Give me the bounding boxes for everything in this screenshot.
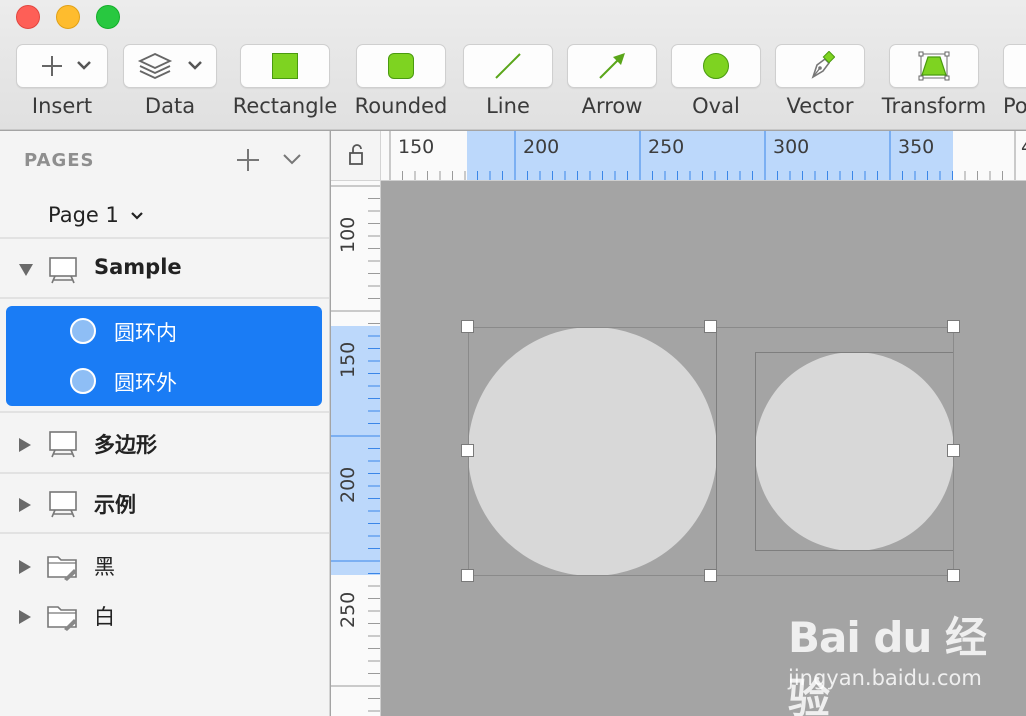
layer-sample[interactable]: Sample xyxy=(0,241,329,299)
resize-handle[interactable] xyxy=(947,569,960,582)
layer-name: 白 xyxy=(94,605,115,629)
layer-example[interactable]: 示例 xyxy=(0,475,329,533)
transform-label: Transform xyxy=(881,94,987,118)
ruler-label: 350 xyxy=(898,136,935,158)
line-tool[interactable]: Line xyxy=(463,44,553,118)
layer-name: 多边形 xyxy=(94,433,157,457)
resize-handle[interactable] xyxy=(704,569,717,582)
symbol-folder-icon xyxy=(47,606,77,631)
selection-bounds xyxy=(468,327,954,576)
disclosure-expanded-icon[interactable] xyxy=(18,263,34,277)
layer-folder-white[interactable]: 白 xyxy=(0,587,329,645)
transform-icon xyxy=(918,51,950,81)
close-window-button[interactable] xyxy=(16,5,40,29)
lock-icon[interactable] xyxy=(347,143,367,167)
layer-outer-ring[interactable]: 圆环外 xyxy=(6,356,322,406)
baidu-watermark: Bai du 经验 jingyan.baidu.com xyxy=(786,604,987,716)
resize-handle[interactable] xyxy=(947,320,960,333)
toolbar: Insert Data Rectangle Rounded Line Arrow… xyxy=(0,0,1026,130)
oval-icon xyxy=(70,318,96,344)
oval-icon xyxy=(703,53,729,79)
ruler-label: 150 xyxy=(337,341,359,378)
layers-icon xyxy=(137,53,202,79)
disclosure-collapsed-icon[interactable] xyxy=(18,559,32,575)
resize-handle[interactable] xyxy=(704,320,717,333)
pages-header: PAGES xyxy=(24,150,95,171)
divider xyxy=(0,297,329,299)
resize-handle[interactable] xyxy=(461,569,474,582)
oval-tool[interactable]: Oval xyxy=(671,44,761,118)
layer-polygon[interactable]: 多边形 xyxy=(0,415,329,473)
artboard-icon xyxy=(49,491,77,518)
divider xyxy=(0,472,329,474)
artboard-icon xyxy=(49,431,77,458)
disclosure-collapsed-icon[interactable] xyxy=(18,497,32,513)
ruler-label: 250 xyxy=(337,591,359,628)
pen-icon xyxy=(811,51,835,79)
collapse-pages-icon[interactable] xyxy=(281,149,303,169)
add-page-icon[interactable] xyxy=(234,145,262,175)
vertical-ruler-ticks xyxy=(331,185,380,712)
ruler-label: 200 xyxy=(523,136,560,158)
truncated-tool[interactable]: Po xyxy=(1003,44,1026,118)
selected-layers: 圆环内 圆环外 xyxy=(6,306,322,406)
ruler-label: 150 xyxy=(398,136,435,158)
layer-name: 黑 xyxy=(94,555,115,579)
line-icon xyxy=(495,53,521,79)
layer-inner-ring[interactable]: 圆环内 xyxy=(6,306,322,356)
oval-icon xyxy=(70,368,96,394)
horizontal-ruler[interactable]: 150 200 250 300 350 4 xyxy=(381,131,1026,181)
vertical-ruler[interactable]: 100 150 200 250 xyxy=(331,181,381,716)
transform-tool[interactable]: Transform xyxy=(882,44,986,118)
ruler-label: 200 xyxy=(337,466,359,503)
resize-handle[interactable] xyxy=(461,320,474,333)
layer-name: Sample xyxy=(94,255,182,279)
rounded-rectangle-icon xyxy=(388,53,414,79)
resize-handle[interactable] xyxy=(947,444,960,457)
minimize-window-button[interactable] xyxy=(56,5,80,29)
vector-tool[interactable]: Vector xyxy=(775,44,865,118)
rectangle-icon xyxy=(272,53,298,79)
page-selector[interactable]: Page 1 xyxy=(48,203,144,227)
watermark-logo: Bai du 经验 xyxy=(788,613,987,716)
ruler-label: 4 xyxy=(1021,136,1026,158)
layer-name: 示例 xyxy=(94,493,136,517)
watermark-url: jingyan.baidu.com xyxy=(788,666,982,690)
rectangle-tool[interactable]: Rectangle xyxy=(233,44,337,118)
plus-icon xyxy=(42,56,91,76)
layer-name: 圆环内 xyxy=(114,321,177,345)
disclosure-collapsed-icon[interactable] xyxy=(18,437,32,453)
chevron-down-icon xyxy=(130,212,143,220)
divider xyxy=(0,532,329,534)
ruler-label: 100 xyxy=(337,216,359,253)
divider xyxy=(0,237,329,239)
truncated-label: Po xyxy=(1003,94,1026,118)
ruler-corner xyxy=(331,131,381,181)
data-tool[interactable]: Data xyxy=(123,44,217,118)
resize-handle[interactable] xyxy=(461,444,474,457)
zoom-window-button[interactable] xyxy=(96,5,120,29)
artboard-icon xyxy=(49,257,77,284)
arrow-tool[interactable]: Arrow xyxy=(567,44,657,118)
arrow-icon xyxy=(599,53,625,79)
page-selector-label: Page 1 xyxy=(48,203,119,227)
ruler-label: 300 xyxy=(773,136,810,158)
disclosure-collapsed-icon[interactable] xyxy=(18,609,32,625)
symbol-folder-icon xyxy=(47,556,77,581)
rounded-tool[interactable]: Rounded xyxy=(355,44,447,118)
insert-tool[interactable]: Insert xyxy=(16,44,108,118)
layers-sidebar: PAGES Page 1 Sample 圆环内 圆环外 多边形 示例 黑 白 xyxy=(0,131,330,716)
layer-name: 圆环外 xyxy=(114,371,177,395)
divider xyxy=(0,411,329,413)
ruler-label: 250 xyxy=(648,136,685,158)
